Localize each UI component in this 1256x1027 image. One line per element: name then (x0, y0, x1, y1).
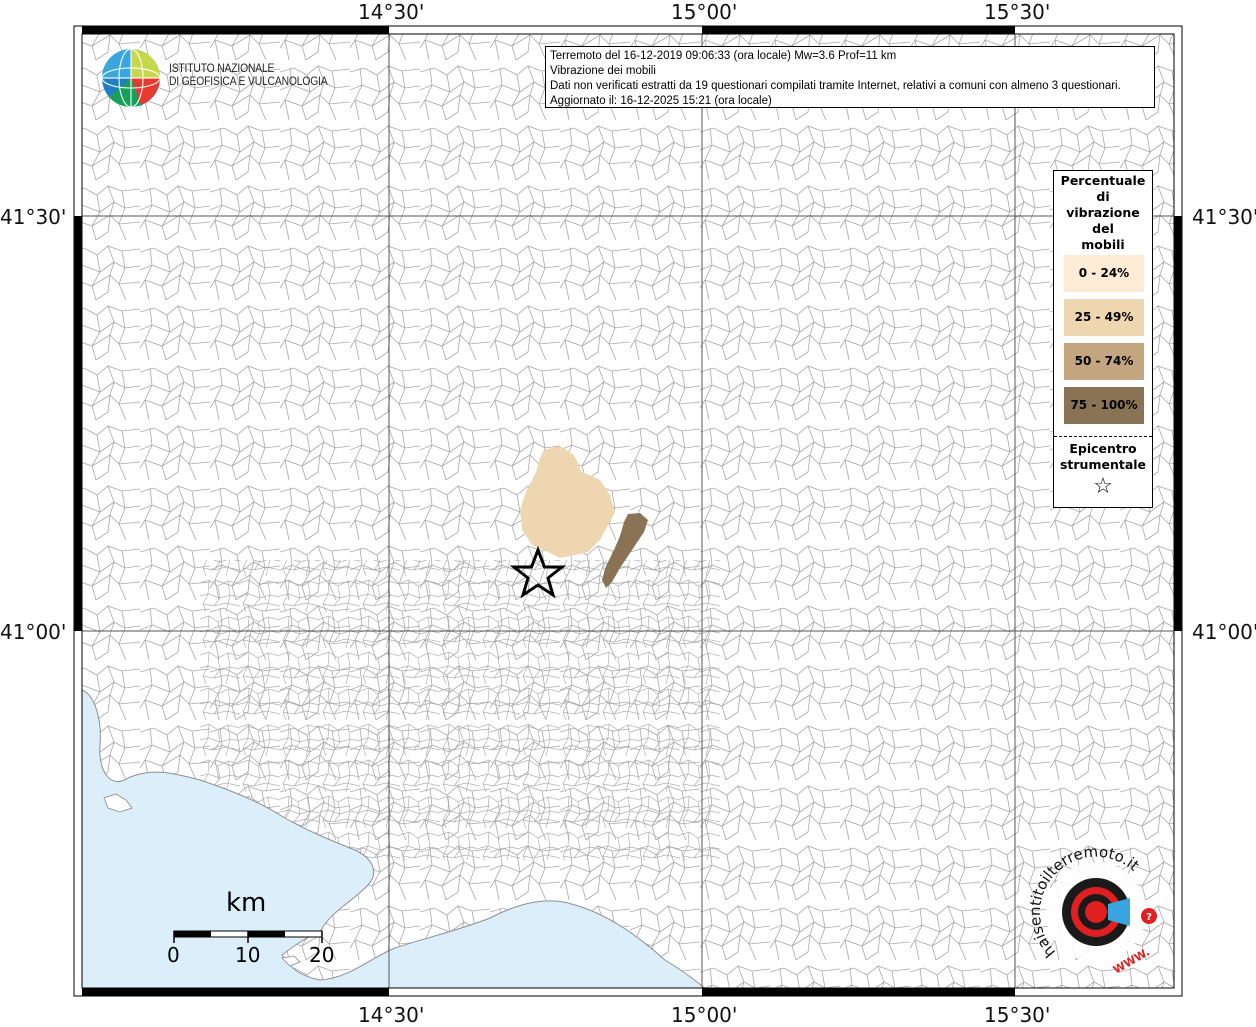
scale-bar-tick-20: 20 (309, 943, 335, 967)
lat-tick-right-2: 41°00' (1192, 620, 1256, 644)
lon-tick-top-1: 14°30' (358, 0, 425, 24)
institute-line-2: DI GEOFISICA E VULCANOLOGIA (169, 76, 328, 88)
event-info-line-4: Aggiornato il: 16-12-2025 15:21 (ora loc… (550, 95, 772, 107)
scale-bar-tick-0: 0 (167, 943, 180, 967)
event-info-line-3: Dati non verificati estratti da 19 quest… (550, 80, 1121, 92)
legend-title: Percentuale di vibrazione del mobili (1060, 173, 1146, 252)
hst-badge-label: haisentitoilterremoto.it (1026, 842, 1143, 961)
legend-epicenter-label: Epicentro strumentale (1059, 441, 1147, 472)
lon-tick-bottom-1: 14°30' (358, 1003, 425, 1027)
lon-tick-top-2: 15°00' (671, 0, 738, 24)
hst-badge-text: haisentitoilterremoto.it WWW. (1026, 842, 1152, 976)
lat-tick-left-2: 41°00' (0, 620, 67, 644)
institute-line-1: ISTITUTO NAZIONALE (169, 63, 275, 75)
scale-bar-unit: km (226, 888, 267, 918)
event-info-box: Terremoto del 16-12-2019 09:06:33 (ora l… (545, 46, 1155, 108)
legend-item-25-49: 25 - 49% (1064, 299, 1144, 336)
legend-item-75-100: 75 - 100% (1064, 387, 1144, 424)
lat-tick-left-1: 41°30' (0, 205, 67, 229)
lat-tick-right-1: 41°30' (1192, 205, 1256, 229)
event-info-line-1: Terremoto del 16-12-2019 09:06:33 (ora l… (550, 50, 897, 62)
legend-item-0-24: 0 - 24% (1064, 255, 1144, 292)
lon-tick-top-3: 15°30' (984, 0, 1051, 24)
legend-separator (1054, 436, 1152, 437)
legend-item-50-74: 50 - 74% (1064, 343, 1144, 380)
ingv-logo-icon (101, 48, 161, 108)
institute-name: ISTITUTO NAZIONALE DI GEOFISICA E VULCAN… (169, 63, 328, 89)
lon-tick-bottom-2: 15°00' (671, 1003, 738, 1027)
svg-text:haisentitoilterremoto.it: haisentitoilterremoto.it (1026, 842, 1143, 961)
event-info-line-2: Vibrazione dei mobili (550, 65, 656, 77)
hst-badge-url: WWW. (1111, 945, 1152, 976)
legend-epicenter-star-icon: ☆ (1093, 474, 1113, 499)
lon-tick-bottom-3: 15°30' (984, 1003, 1051, 1027)
scale-bar-tick-10: 10 (235, 943, 261, 967)
legend: Percentuale di vibrazione del mobili 0 -… (1053, 170, 1153, 508)
